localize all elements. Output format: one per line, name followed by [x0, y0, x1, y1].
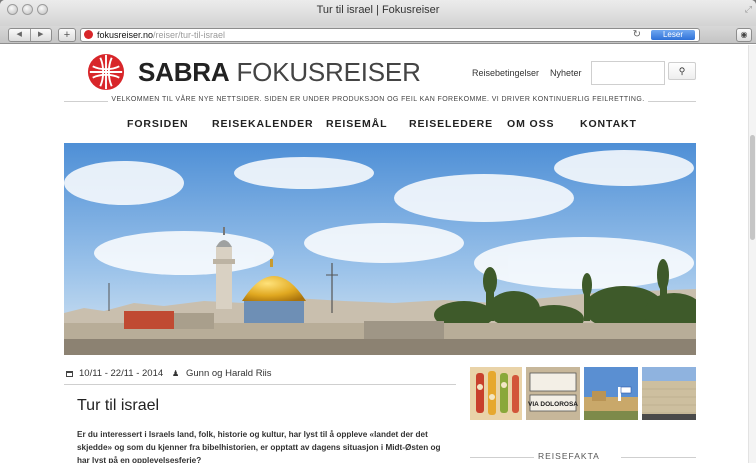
- downloads-icon[interactable]: ◉: [736, 28, 752, 42]
- trip-leaders[interactable]: Gunn og Harald Riis: [186, 368, 272, 379]
- person-icon: ♟: [172, 369, 180, 378]
- brand-light: FOKUSREISER: [236, 57, 421, 87]
- thumbnail-city-walls[interactable]: [584, 367, 638, 420]
- history-nav: ◀ ▶: [8, 28, 52, 42]
- welcome-banner: VELKOMMEN TIL VÅRE NYE NETTSIDER. SIDEN …: [0, 96, 756, 103]
- nav-reisekalender[interactable]: REISEKALENDER: [212, 118, 314, 130]
- facts-divider-left: [470, 457, 534, 458]
- facts-divider-right: [621, 457, 696, 458]
- browser-toolbar: ◀ ▶ + fokusreiser.no/reiser/tur-til-isra…: [0, 26, 756, 44]
- back-arrow-icon[interactable]: ◀: [9, 29, 31, 41]
- url-host: fokusreiser.no: [97, 30, 154, 40]
- nav-om-oss[interactable]: OM OSS: [507, 118, 554, 130]
- link-nyheter[interactable]: Nyheter: [550, 68, 582, 78]
- link-reisebetingelser[interactable]: Reisebetingelser: [472, 68, 539, 78]
- via-dolorosa-sign-text: VIA DOLOROSA: [528, 401, 578, 408]
- nav-reiseledere[interactable]: REISELEDERE: [409, 118, 493, 130]
- reload-icon[interactable]: ↻: [633, 29, 641, 41]
- calendar-icon: [66, 371, 73, 377]
- meta-divider: [64, 384, 456, 385]
- site-logo-text[interactable]: SABRA FOKUSREISER: [138, 57, 421, 88]
- nav-forsiden[interactable]: FORSIDEN: [127, 118, 188, 130]
- browser-window: Tur til israel | Fokusreiser ⤢ ◀ ▶ + fok…: [0, 0, 756, 463]
- reader-button[interactable]: Leser: [651, 30, 695, 40]
- sabra-logo-icon[interactable]: [87, 53, 125, 91]
- search-input[interactable]: [591, 61, 665, 85]
- forward-arrow-icon[interactable]: ▶: [31, 29, 52, 41]
- search-button[interactable]: ⚲: [668, 62, 696, 80]
- thumbnail-via-dolorosa-sign[interactable]: VIA DOLOROSA: [526, 367, 580, 420]
- thumbnail-western-wall[interactable]: [642, 367, 696, 420]
- nav-kontakt[interactable]: KONTAKT: [580, 118, 637, 130]
- page-scrollbar[interactable]: [748, 45, 756, 463]
- trip-dates: 10/11 - 22/11 - 2014: [79, 368, 164, 379]
- trip-title: Tur til israel: [77, 397, 160, 414]
- search-icon: ⚲: [678, 66, 686, 76]
- site-favicon-icon: [84, 30, 93, 39]
- facts-title: REISEFAKTA: [538, 451, 600, 461]
- nav-reisemal[interactable]: REISEMÅL: [326, 118, 387, 130]
- trip-intro: Er du interessert i Israels land, folk, …: [77, 430, 441, 463]
- fullscreen-icon[interactable]: ⤢: [745, 4, 752, 15]
- hero-image-jerusalem: [64, 143, 696, 355]
- address-bar[interactable]: fokusreiser.no/reiser/tur-til-israel ↻ L…: [80, 28, 700, 42]
- add-bookmark-button[interactable]: +: [58, 28, 76, 42]
- scrollbar-thumb[interactable]: [750, 135, 755, 240]
- thumbnail-food[interactable]: [470, 367, 522, 420]
- welcome-text: VELKOMMEN TIL VÅRE NYE NETTSIDER. SIDEN …: [108, 96, 648, 103]
- web-page: SABRA FOKUSREISER Reisebetingelser Nyhet…: [0, 45, 756, 463]
- title-bar: Tur til israel | Fokusreiser ⤢: [0, 0, 756, 26]
- window-title: Tur til israel | Fokusreiser: [316, 4, 440, 16]
- url-path: /reiser/tur-til-israel: [153, 30, 226, 40]
- brand-bold: SABRA: [138, 57, 230, 87]
